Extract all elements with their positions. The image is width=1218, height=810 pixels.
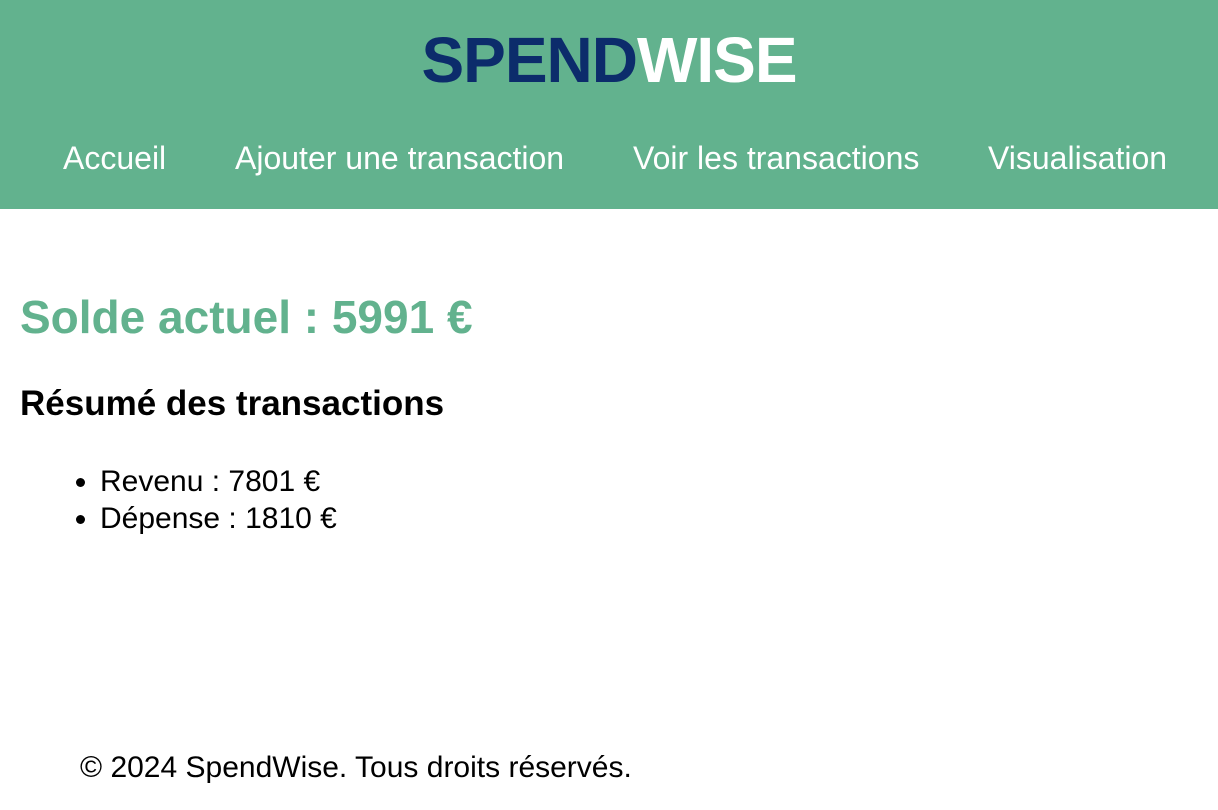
summary-title: Résumé des transactions (20, 384, 445, 423)
logo[interactable]: SPENDWISE (0, 24, 1218, 96)
main-nav: Accueil Ajouter une transaction Voir les… (0, 138, 1218, 178)
site-footer: © 2024 SpendWise. Tous droits réservés. (80, 751, 632, 784)
nav-link-visualisation[interactable]: Visualisation (988, 138, 1167, 178)
site-header: SPENDWISE Accueil Ajouter une transactio… (0, 0, 1218, 209)
current-balance: Solde actuel : 5991 € (20, 291, 473, 343)
nav-link-ajouter-transaction[interactable]: Ajouter une transaction (235, 138, 564, 178)
summary-item-revenu: Revenu : 7801 € (100, 463, 337, 500)
nav-link-accueil[interactable]: Accueil (63, 138, 166, 178)
logo-part-spend: SPEND (421, 24, 637, 96)
summary-list: Revenu : 7801 € Dépense : 1810 € (0, 463, 337, 537)
logo-part-wise: WISE (636, 24, 798, 96)
summary-item-depense: Dépense : 1810 € (100, 500, 337, 537)
nav-link-voir-transactions[interactable]: Voir les transactions (633, 138, 919, 178)
